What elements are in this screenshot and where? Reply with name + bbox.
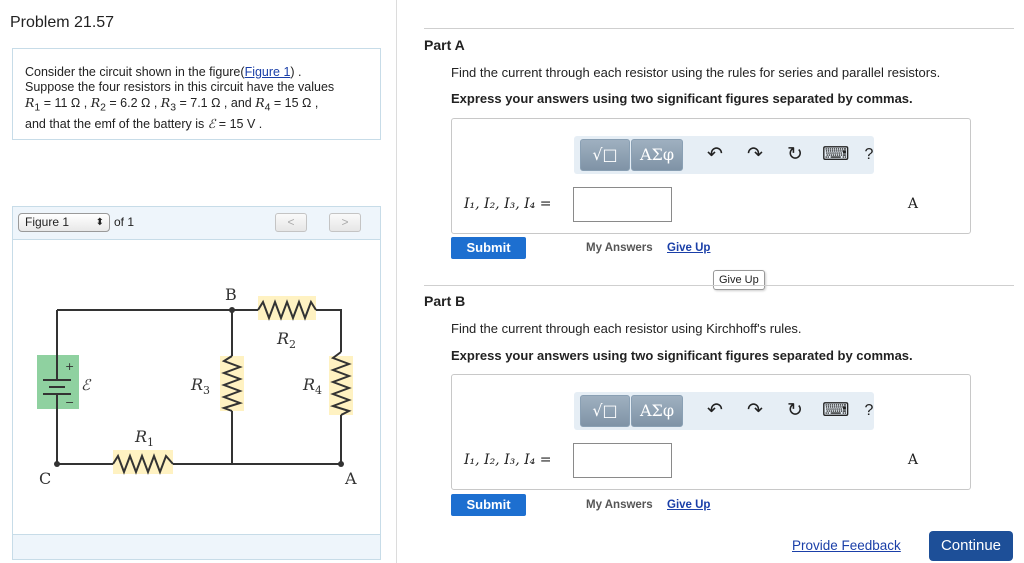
emf-value: = 15 V . xyxy=(215,116,263,131)
r2-symbol: R xyxy=(90,95,101,110)
provide-feedback-link[interactable]: Provide Feedback xyxy=(792,538,901,553)
figure-select[interactable]: Figure 1 ⬍ xyxy=(18,213,110,232)
redo-icon[interactable]: ↷ xyxy=(742,399,768,423)
keyboard-icon[interactable]: ⌨ xyxy=(822,143,849,167)
part-b-answer-box: √□ ΑΣφ ↶ ↷ ↻ ⌨ ? I₁, I₂, I₃, I₄ = A xyxy=(451,374,971,490)
circuit-diagram: + − ℰ R2 R3 R4 R1 B C A xyxy=(37,285,357,488)
part-a-submit-button[interactable]: Submit xyxy=(451,237,526,259)
figure-panel: Figure 1 ⬍ of 1 < > + − ℰ R2 R3 R4 R1 B … xyxy=(12,206,381,560)
r1-value: = 11 Ω , xyxy=(40,96,88,110)
statement-text: and that the emf of the battery is xyxy=(25,116,208,131)
help-icon[interactable]: ? xyxy=(856,399,882,423)
prev-figure-button[interactable]: < xyxy=(275,213,307,232)
problem-statement-box: Consider the circuit shown in the figure… xyxy=(12,48,381,140)
templates-button[interactable]: √□ xyxy=(580,395,630,427)
part-b-variable-label: I₁, I₂, I₃, I₄ = xyxy=(464,452,552,468)
part-a-answer-input[interactable] xyxy=(573,187,672,222)
reset-icon[interactable]: ↻ xyxy=(782,399,808,423)
r3-symbol: R xyxy=(160,95,171,110)
problem-title: Problem 21.57 xyxy=(10,14,115,31)
continue-button[interactable]: Continue xyxy=(929,531,1013,561)
divider xyxy=(424,285,1014,286)
templates-button[interactable]: √□ xyxy=(580,139,630,171)
statement-text: ) . xyxy=(290,65,302,79)
part-b-give-up-link[interactable]: Give Up xyxy=(667,499,710,511)
statement-text: Suppose the four resistors in this circu… xyxy=(25,80,335,94)
problem-statement: Consider the circuit shown in the figure… xyxy=(25,65,375,132)
give-up-tooltip: Give Up xyxy=(713,270,765,290)
r2-label: R2 xyxy=(276,329,296,351)
figure-footer xyxy=(13,534,380,559)
part-b-my-answers-link[interactable]: My Answers xyxy=(586,499,653,511)
part-b-question: Find the current through each resistor u… xyxy=(451,321,802,336)
part-a-give-up-link[interactable]: Give Up xyxy=(667,242,710,254)
resistor-values: R1 = 11 Ω , R2 = 6.2 Ω , R3 = 7.1 Ω , an… xyxy=(25,95,375,116)
part-a-title: Part A xyxy=(424,37,465,53)
r4-label: R4 xyxy=(302,375,322,397)
redo-icon[interactable]: ↷ xyxy=(742,143,768,167)
select-arrows-icon: ⬍ xyxy=(95,217,104,228)
part-a-instruction: Express your answers using two significa… xyxy=(451,91,913,106)
r2-value: = 6.2 Ω , xyxy=(105,96,158,110)
battery-minus-label: − xyxy=(65,396,74,409)
figure-count: of 1 xyxy=(114,215,135,229)
junction-c xyxy=(54,461,60,467)
part-a-answer-box: √□ ΑΣφ ↶ ↷ ↻ ⌨ ? I₁, I₂, I₃, I₄ = A xyxy=(451,118,971,234)
part-a-question: Find the current through each resistor u… xyxy=(451,65,941,80)
emf-label: ℰ xyxy=(81,376,92,394)
part-b-title: Part B xyxy=(424,293,466,309)
part-a-my-answers-link[interactable]: My Answers xyxy=(586,242,653,254)
divider xyxy=(424,28,1014,29)
r3-value: = 7.1 Ω , and xyxy=(176,96,256,110)
junction-a xyxy=(338,461,344,467)
problem-pane: Problem 21.57 Consider the circuit shown… xyxy=(0,0,397,563)
part-b-submit-button[interactable]: Submit xyxy=(451,494,526,516)
part-a-variable-label: I₁, I₂, I₃, I₄ = xyxy=(464,196,552,212)
r4-symbol: R xyxy=(255,95,265,110)
battery-plus-label: + xyxy=(65,360,74,373)
r1-symbol: R xyxy=(25,95,35,110)
keyboard-icon[interactable]: ⌨ xyxy=(822,399,849,423)
statement-text: Consider the circuit shown in the figure… xyxy=(25,65,245,79)
math-toolbar: √□ ΑΣφ ↶ ↷ ↻ ⌨ ? xyxy=(574,392,874,430)
symbols-button[interactable]: ΑΣφ xyxy=(631,139,683,171)
help-icon[interactable]: ? xyxy=(856,143,882,167)
r3-label: R3 xyxy=(190,375,210,397)
part-b-unit: A xyxy=(907,452,918,468)
undo-icon[interactable]: ↶ xyxy=(702,143,728,167)
node-c-label: C xyxy=(39,469,51,488)
node-a-label: A xyxy=(344,469,357,488)
part-b-answer-input[interactable] xyxy=(573,443,672,478)
r4-value: = 15 Ω , xyxy=(270,96,319,110)
part-b-instruction: Express your answers using two significa… xyxy=(451,348,913,363)
math-toolbar: √□ ΑΣφ ↶ ↷ ↻ ⌨ ? xyxy=(574,136,874,174)
reset-icon[interactable]: ↻ xyxy=(782,143,808,167)
figure-select-value: Figure 1 xyxy=(25,215,70,229)
next-figure-button[interactable]: > xyxy=(329,213,361,232)
figure-toolbar: Figure 1 ⬍ of 1 < > xyxy=(13,207,380,240)
part-a-unit: A xyxy=(907,196,918,212)
junction-b xyxy=(229,307,235,313)
node-b-label: B xyxy=(225,285,237,304)
symbols-button[interactable]: ΑΣφ xyxy=(631,395,683,427)
circuit-figure: + − ℰ R2 R3 R4 R1 B C A xyxy=(13,240,380,536)
r1-label: R1 xyxy=(134,427,154,449)
undo-icon[interactable]: ↶ xyxy=(702,399,728,423)
figure-link[interactable]: Figure 1 xyxy=(245,65,291,79)
